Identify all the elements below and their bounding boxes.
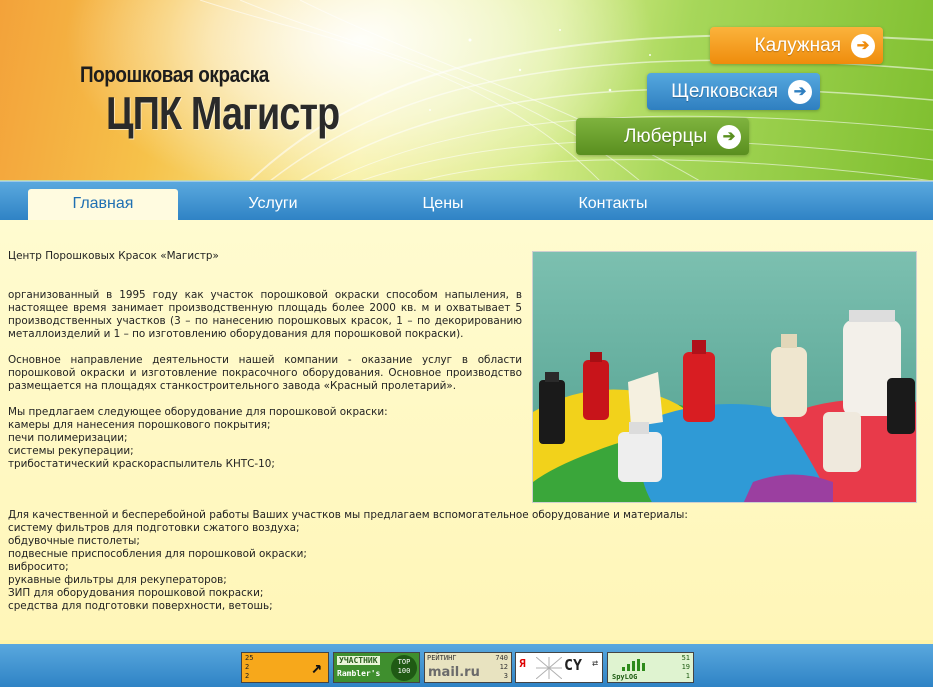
site-footer: 25 2 2 ↗ УЧАСТНИК Rambler's TOP 100 РЕЙТ… [0, 640, 933, 687]
counter-line: 3 [503, 672, 508, 680]
location-label: Щелковская [671, 80, 778, 102]
counter-line: 2 [245, 663, 250, 671]
rambler-label: УЧАСТНИК [337, 656, 380, 665]
logo-title: ЦПК Магистр [106, 87, 340, 139]
nav-item-contacts[interactable]: Контакты [538, 189, 688, 221]
refresh-icon: ⇄ [591, 658, 598, 669]
list-item: рукавные фильтры для рекуператоров; [8, 574, 227, 586]
counter-line: 25 [245, 654, 254, 662]
main-content: Центр Порошковых Красок «Магистр» органи… [0, 220, 933, 640]
location-button-kaluzhnaya[interactable]: Калужная ➔ [710, 27, 883, 64]
yandex-pattern-icon [536, 657, 562, 679]
counter-values: 740 12 3 [495, 654, 508, 681]
bar-graph-icon [622, 659, 645, 671]
nav-item-prices[interactable]: Цены [368, 189, 518, 221]
auxiliary-list-intro: Для качественной и бесперебойной работы … [8, 509, 688, 521]
counter-line: 12 [499, 663, 508, 671]
logo-subtitle: Порошковая окраска [80, 62, 269, 87]
arrow-right-icon: ➔ [851, 33, 875, 58]
rambler-top100-badge: TOP 100 [391, 655, 417, 681]
counter-spylog[interactable]: SpyLOG 51 19 1 [607, 652, 694, 683]
list-item: подвесные приспособления для порошковой … [8, 548, 307, 560]
list-item: камеры для нанесения порошкового покрыти… [8, 419, 271, 431]
paragraph-history: организованный в 1995 году как участок п… [8, 289, 522, 340]
list-item: вибросито; [8, 561, 69, 573]
list-item: печи полимеризации; [8, 432, 128, 444]
arrow-right-icon: ➔ [788, 79, 812, 104]
list-item: обдувочные пистолеты; [8, 535, 140, 547]
mailru-brand: mail.ru [428, 665, 480, 680]
mailru-label: РЕЙТИНГ [427, 654, 457, 662]
nav-item-home[interactable]: Главная [28, 189, 178, 221]
counter-line: 19 [681, 663, 690, 671]
counter-mailru[interactable]: РЕЙТИНГ mail.ru 740 12 3 [424, 652, 512, 683]
main-nav: Главная Услуги Цены Контакты [0, 181, 933, 221]
intro-text: Центр Порошковых Красок «Магистр» органи… [8, 250, 522, 471]
location-label: Калужная [754, 34, 842, 56]
nav-item-services[interactable]: Услуги [198, 189, 348, 221]
counter-line: 740 [495, 654, 508, 662]
equipment-list-intro: Мы предлагаем следующее оборудование для… [8, 406, 388, 418]
location-label: Люберцы [623, 125, 707, 147]
list-item: средства для подготовки поверхности, вет… [8, 600, 273, 612]
location-button-lyubertsy[interactable]: Люберцы ➔ [576, 118, 749, 155]
powder-paint-photo [532, 251, 917, 503]
counter-rambler[interactable]: УЧАСТНИК Rambler's TOP 100 [333, 652, 420, 683]
list-item: трибостатический краскораспылитель КНТС-… [8, 458, 275, 470]
list-item: ЗИП для оборудования порошковой покраски… [8, 587, 264, 599]
counter-line: 2 [245, 672, 250, 680]
site-header: Порошковая окраска ЦПК Магистр Калужная … [0, 0, 933, 181]
yandex-logo: Я [519, 657, 526, 670]
auxiliary-text: Для качественной и бесперебойной работы … [8, 509, 908, 613]
counter-yandex-cy[interactable]: Я CY ⇄ [515, 652, 603, 683]
arrow-right-icon: ➔ [717, 124, 741, 149]
spylog-brand: SpyLOG [612, 673, 638, 681]
arrow-up-right-icon: ↗ [311, 657, 322, 678]
badge-top: TOP [397, 658, 411, 666]
counter-line: 1 [685, 672, 690, 680]
counter-values: 25 2 2 [245, 654, 253, 681]
counter-values: 51 19 1 [682, 654, 690, 681]
content-heading: Центр Порошковых Красок «Магистр» [8, 250, 219, 262]
rambler-brand: Rambler's [337, 669, 381, 678]
badge-bottom: 100 [397, 667, 411, 675]
paragraph-activity: Основное направление деятельности нашей … [8, 354, 522, 392]
list-item: системы рекуперации; [8, 445, 134, 457]
list-item: систему фильтров для подготовки сжатого … [8, 522, 300, 534]
location-button-schelkovskaya[interactable]: Щелковская ➔ [647, 73, 820, 110]
counter-line: 51 [681, 654, 690, 662]
yandex-cy-label: CY [564, 656, 583, 674]
counter-liveinternet[interactable]: 25 2 2 ↗ [241, 652, 329, 683]
